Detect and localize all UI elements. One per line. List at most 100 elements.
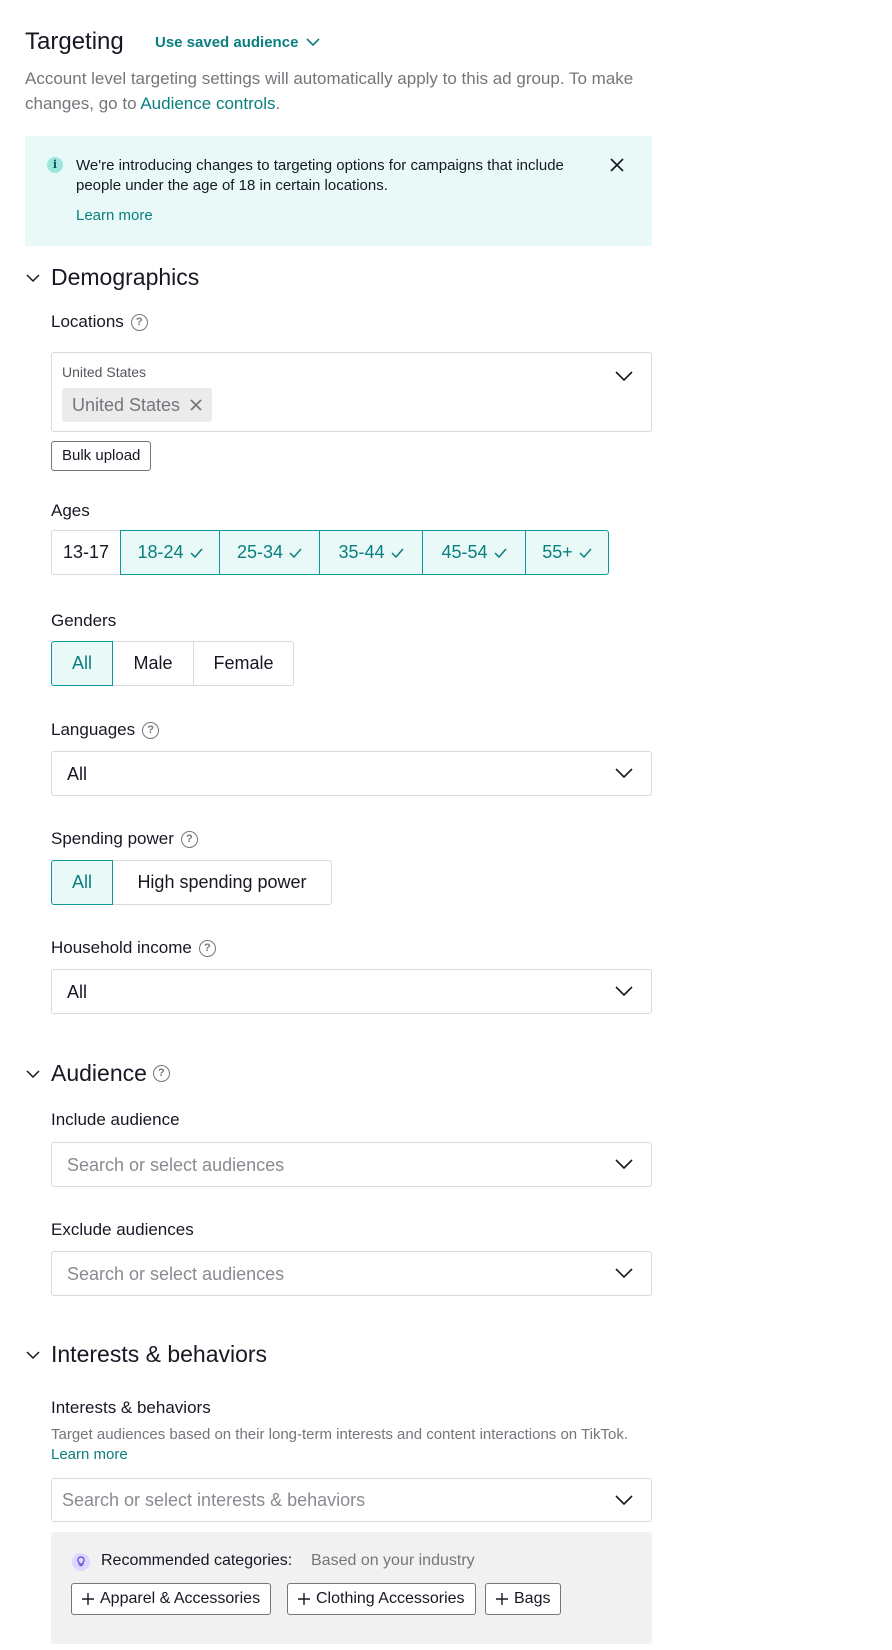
chip-label: Bags xyxy=(514,1590,551,1607)
exclude-audiences-label-text: Exclude audiences xyxy=(51,1220,194,1239)
close-icon[interactable] xyxy=(609,157,625,173)
gender-option-male[interactable]: Male xyxy=(112,641,194,686)
chevron-down-icon xyxy=(615,1268,633,1279)
gender-option-female[interactable]: Female xyxy=(193,641,294,686)
ages-selector: 13-17 18-24 25-34 35-44 45-54 55+ xyxy=(51,530,609,575)
genders-label-text: Genders xyxy=(51,611,117,630)
exclude-audiences-label: Exclude audiences xyxy=(51,1220,194,1240)
spending-option-label: All xyxy=(71,872,92,892)
languages-label-text: Languages xyxy=(51,720,136,739)
demographics-section-header[interactable]: Demographics xyxy=(25,264,199,291)
notice-learn-more-link[interactable]: Learn more xyxy=(76,207,153,224)
locations-label-text: Locations xyxy=(51,312,124,331)
help-icon[interactable]: ? xyxy=(142,721,160,739)
age-option-label: 13-17 xyxy=(62,542,110,562)
chevron-down-icon xyxy=(306,38,320,47)
spending-option-high[interactable]: High spending power xyxy=(112,860,332,905)
gender-option-all[interactable]: All xyxy=(51,641,113,686)
chip-label: Clothing Accessories xyxy=(316,1590,465,1607)
help-icon[interactable]: ? xyxy=(198,939,216,957)
chevron-down-icon xyxy=(26,273,40,282)
help-icon[interactable]: ? xyxy=(180,830,198,848)
plus-icon xyxy=(496,1593,508,1605)
spending-power-selector: All High spending power xyxy=(51,860,332,905)
chip-label: Apparel & Accessories xyxy=(100,1590,261,1607)
audience-section-header[interactable]: Audience ? xyxy=(25,1060,170,1087)
household-income-label: Household income ? xyxy=(51,938,216,958)
spending-option-all[interactable]: All xyxy=(51,860,113,905)
chevron-down-icon xyxy=(615,1159,633,1170)
use-saved-audience-dropdown[interactable]: Use saved audience xyxy=(155,34,320,51)
chevron-down-icon xyxy=(615,1495,633,1506)
notice-message: We're introducing changes to targeting o… xyxy=(76,157,564,194)
age-option-label: 18-24 xyxy=(137,542,184,562)
age-option-18-24[interactable]: 18-24 xyxy=(120,530,220,575)
ages-label: Ages xyxy=(51,501,90,521)
targeting-description: Account level targeting settings will au… xyxy=(25,66,665,116)
languages-select[interactable]: All xyxy=(51,751,652,796)
languages-value: All xyxy=(67,764,88,784)
interests-learn-more-link[interactable]: Learn more xyxy=(51,1446,128,1463)
help-icon[interactable]: ? xyxy=(130,313,148,331)
age-option-25-34[interactable]: 25-34 xyxy=(219,530,320,575)
locations-label: Locations ? xyxy=(51,312,148,332)
include-audience-placeholder: Search or select audiences xyxy=(67,1155,285,1175)
chevron-down-icon xyxy=(615,986,633,997)
check-icon xyxy=(390,548,404,558)
saved-audience-label: Use saved audience xyxy=(155,34,299,51)
targeting-panel: Targeting Use saved audience Account lev… xyxy=(0,0,892,1650)
genders-label: Genders xyxy=(51,611,116,631)
age-option-label: 25-34 xyxy=(236,542,284,562)
age-option-label: 55+ xyxy=(542,542,573,562)
recommended-chip-clothing-accessories[interactable]: Clothing Accessories xyxy=(287,1583,476,1615)
locations-select[interactable]: United States United States xyxy=(51,352,652,432)
age-option-label: 45-54 xyxy=(441,542,488,562)
ages-label-text: Ages xyxy=(51,501,90,520)
include-audience-label: Include audience xyxy=(51,1110,180,1130)
help-icon[interactable]: ? xyxy=(152,1065,170,1082)
interests-label: Interests & behaviors xyxy=(51,1398,211,1418)
check-icon xyxy=(493,548,507,558)
recommended-title: Recommended categories: xyxy=(101,1552,293,1569)
spending-power-label: Spending power ? xyxy=(51,829,198,849)
close-icon[interactable] xyxy=(190,399,202,411)
bulk-upload-button[interactable]: Bulk upload xyxy=(51,441,152,471)
page-title: Targeting xyxy=(25,28,124,55)
plus-icon xyxy=(82,1593,94,1605)
description-text: Account level targeting settings will au… xyxy=(25,69,634,113)
chevron-down-icon xyxy=(26,1069,40,1078)
audience-controls-link[interactable]: Audience controls xyxy=(140,94,275,113)
recommended-subtitle: Based on your industry xyxy=(311,1552,475,1569)
location-tag-label: United States xyxy=(72,394,181,415)
recommended-chip-bags[interactable]: Bags xyxy=(485,1583,562,1615)
age-option-35-44[interactable]: 35-44 xyxy=(319,530,423,575)
chevron-down-icon xyxy=(26,1350,40,1359)
interests-description: Target audiences based on their long-ter… xyxy=(51,1425,651,1465)
gender-option-label: Female xyxy=(213,653,274,673)
interests-section-header[interactable]: Interests & behaviors xyxy=(25,1341,267,1368)
spending-option-label: High spending power xyxy=(137,872,307,892)
locations-selected-summary: United States xyxy=(62,364,147,380)
age-option-55-plus[interactable]: 55+ xyxy=(525,530,609,575)
include-audience-label-text: Include audience xyxy=(51,1110,180,1129)
household-income-label-text: Household income xyxy=(51,938,192,957)
interests-select[interactable]: Search or select interests & behaviors xyxy=(51,1478,652,1522)
plus-icon xyxy=(298,1593,310,1605)
age-option-45-54[interactable]: 45-54 xyxy=(422,530,526,575)
interests-title: Interests & behaviors xyxy=(51,1341,268,1367)
age-option-13-17[interactable]: 13-17 xyxy=(51,530,121,575)
recommended-chip-apparel[interactable]: Apparel & Accessories xyxy=(71,1583,272,1615)
household-income-select[interactable]: All xyxy=(51,969,652,1014)
recommended-categories-panel: Recommended categories: Based on your in… xyxy=(51,1532,652,1644)
gender-option-label: Male xyxy=(133,653,173,673)
spending-power-label-text: Spending power xyxy=(51,829,174,848)
include-audience-select[interactable]: Search or select audiences xyxy=(51,1142,652,1187)
audience-title: Audience xyxy=(51,1060,147,1086)
demographics-title: Demographics xyxy=(51,264,200,290)
languages-label: Languages ? xyxy=(51,720,160,740)
location-tag: United States xyxy=(62,388,213,422)
chevron-down-icon xyxy=(615,371,633,382)
interests-label-text: Interests & behaviors xyxy=(51,1398,211,1417)
interests-description-text: Target audiences based on their long-ter… xyxy=(51,1426,628,1443)
exclude-audiences-select[interactable]: Search or select audiences xyxy=(51,1251,652,1296)
